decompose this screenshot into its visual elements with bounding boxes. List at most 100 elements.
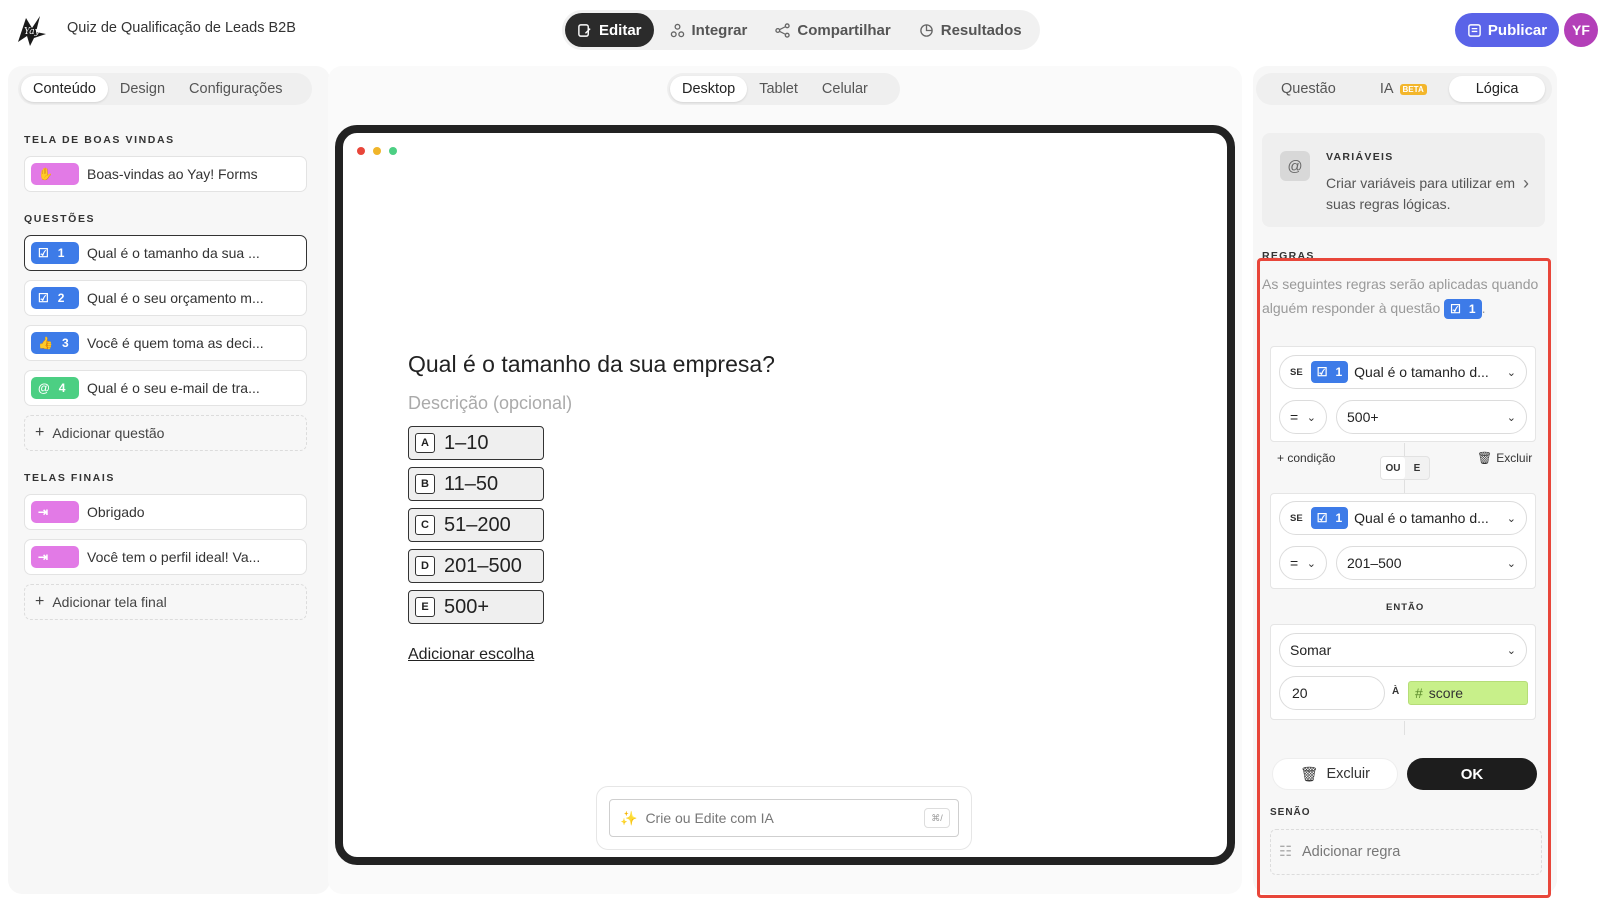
plus-icon: + bbox=[35, 424, 45, 441]
right-tabs: Questão IA BETA Lógica bbox=[1256, 73, 1552, 105]
thumbs-up-icon: 👍 bbox=[38, 336, 53, 350]
question-number: 3 bbox=[61, 336, 69, 350]
add-ending-button[interactable]: + Adicionar tela final bbox=[24, 584, 307, 620]
nav-results[interactable]: Resultados bbox=[907, 13, 1034, 47]
checkbox-icon: ☑ bbox=[38, 246, 49, 260]
nav-share-label: Compartilhar bbox=[797, 21, 891, 39]
ending-badge: ⇥ bbox=[31, 501, 79, 523]
ending-item-label: Obrigado bbox=[87, 504, 145, 520]
ai-placeholder: Crie ou Edite com IA bbox=[645, 810, 774, 826]
rules-highlight-box bbox=[1257, 258, 1551, 898]
ai-assistant-box: ✨ Crie ou Edite com IA ⌘/ bbox=[596, 786, 972, 850]
welcome-item-label: Boas-vindas ao Yay! Forms bbox=[87, 166, 258, 182]
hand-icon: ✋ bbox=[38, 167, 53, 181]
tab-ai-label: IA bbox=[1379, 81, 1394, 97]
yellow-dot-icon bbox=[373, 147, 381, 155]
nav-integrate[interactable]: Integrar bbox=[658, 13, 760, 47]
tab-question[interactable]: Questão bbox=[1259, 76, 1358, 102]
checkbox-icon: ☑ bbox=[38, 291, 49, 305]
question-item-4[interactable]: @ 4 Qual é o seu e-mail de tra... bbox=[24, 370, 307, 406]
choice-label: 201–500 bbox=[444, 554, 522, 577]
choice-d[interactable]: D 201–500 bbox=[408, 549, 544, 583]
question-item-label: Qual é o seu e-mail de tra... bbox=[87, 380, 260, 396]
question-description[interactable]: Descrição (opcional) bbox=[408, 393, 572, 414]
chevron-right-icon: › bbox=[1523, 173, 1529, 193]
choice-key: E bbox=[415, 597, 435, 617]
ending-item-2[interactable]: ⇥ Você tem o perfil ideal! Va... bbox=[24, 539, 307, 575]
question-item-label: Qual é o tamanho da sua ... bbox=[87, 245, 260, 261]
tab-desktop[interactable]: Desktop bbox=[670, 76, 748, 102]
question-badge: ☑ 2 bbox=[31, 287, 79, 309]
question-number: 2 bbox=[57, 291, 65, 305]
exit-icon: ⇥ bbox=[38, 505, 49, 519]
publish-button[interactable]: Publicar bbox=[1455, 13, 1559, 47]
question-item-3[interactable]: 👍 3 Você é quem toma as deci... bbox=[24, 325, 307, 361]
variables-description: Criar variáveis para utilizar em suas re… bbox=[1326, 175, 1516, 212]
choice-label: 500+ bbox=[444, 595, 490, 618]
nav-share[interactable]: Compartilhar bbox=[763, 13, 902, 47]
ai-shortcut: ⌘/ bbox=[924, 808, 950, 828]
tab-mobile[interactable]: Celular bbox=[810, 76, 880, 102]
nav-edit-label: Editar bbox=[599, 21, 642, 39]
ending-item-label: Você tem o perfil ideal! Va... bbox=[87, 549, 261, 565]
exit-icon: ⇥ bbox=[38, 550, 49, 564]
choice-label: 51–200 bbox=[444, 513, 511, 536]
welcome-badge: ✋ bbox=[31, 163, 79, 185]
choice-e[interactable]: E 500+ bbox=[408, 590, 544, 624]
nav-results-label: Resultados bbox=[940, 21, 1022, 39]
yay-logo[interactable]: Yay bbox=[14, 12, 50, 48]
choice-key: B bbox=[415, 474, 435, 494]
choice-c[interactable]: C 51–200 bbox=[408, 508, 544, 542]
green-dot-icon bbox=[389, 147, 397, 155]
share-icon bbox=[775, 22, 791, 38]
svg-text:Yay: Yay bbox=[24, 27, 41, 37]
avatar[interactable]: YF bbox=[1564, 13, 1598, 47]
window-dots bbox=[357, 147, 397, 155]
question-item-1[interactable]: ☑ 1 Qual é o tamanho da sua ... bbox=[24, 235, 307, 271]
question-badge: @ 4 bbox=[31, 377, 79, 399]
variables-card[interactable]: @ VARIÁVEIS Criar variáveis para utiliza… bbox=[1262, 133, 1545, 227]
tab-design[interactable]: Design bbox=[108, 76, 177, 102]
edit-icon bbox=[578, 23, 591, 37]
app-title[interactable]: Quiz de Qualificação de Leads B2B bbox=[67, 20, 296, 36]
question-item-label: Qual é o seu orçamento m... bbox=[87, 290, 264, 306]
tab-logic[interactable]: Lógica bbox=[1448, 76, 1546, 102]
plus-icon: + bbox=[35, 593, 45, 610]
nav-edit[interactable]: Editar bbox=[565, 13, 654, 47]
top-bar: Yay Quiz de Qualificação de Leads B2B Ed… bbox=[0, 0, 1600, 60]
variables-title: VARIÁVEIS bbox=[1326, 151, 1394, 163]
tab-settings[interactable]: Configurações bbox=[177, 76, 295, 102]
integrate-icon bbox=[670, 23, 684, 37]
choice-key: C bbox=[415, 515, 435, 535]
ending-item-1[interactable]: ⇥ Obrigado bbox=[24, 494, 307, 530]
question-item-2[interactable]: ☑ 2 Qual é o seu orçamento m... bbox=[24, 280, 307, 316]
top-nav: Editar Integrar Compartilhar Resultados bbox=[562, 10, 1040, 50]
preview-frame: Qual é o tamanho da sua empresa? Descriç… bbox=[335, 125, 1235, 865]
question-number: 4 bbox=[58, 381, 66, 395]
ai-input[interactable]: ✨ Crie ou Edite com IA ⌘/ bbox=[609, 799, 959, 837]
add-choice-link[interactable]: Adicionar escolha bbox=[408, 646, 534, 664]
results-icon bbox=[919, 23, 933, 37]
beta-badge: BETA bbox=[1399, 83, 1427, 95]
at-icon: @ bbox=[38, 381, 50, 395]
add-question-label: Adicionar questão bbox=[52, 425, 165, 441]
choice-key: A bbox=[415, 433, 435, 453]
questions-section-label: QUESTÕES bbox=[24, 213, 96, 225]
welcome-screen-item[interactable]: ✋ Boas-vindas ao Yay! Forms bbox=[24, 156, 307, 192]
choice-b[interactable]: B 11–50 bbox=[408, 467, 544, 501]
choice-a[interactable]: A 1–10 bbox=[408, 426, 544, 460]
red-dot-icon bbox=[357, 147, 365, 155]
tab-ai[interactable]: IA BETA bbox=[1358, 76, 1449, 102]
tab-tablet[interactable]: Tablet bbox=[747, 76, 810, 102]
endings-section-label: TELAS FINAIS bbox=[24, 472, 115, 484]
choice-label: 1–10 bbox=[444, 431, 489, 454]
question-badge: 👍 3 bbox=[31, 332, 79, 354]
sparkle-icon: ✨ bbox=[620, 809, 638, 826]
tab-content[interactable]: Conteúdo bbox=[21, 76, 108, 102]
question-title[interactable]: Qual é o tamanho da sua empresa? bbox=[408, 351, 775, 378]
question-item-label: Você é quem toma as deci... bbox=[87, 335, 264, 351]
nav-integrate-label: Integrar bbox=[691, 21, 748, 39]
choice-label: 11–50 bbox=[444, 472, 499, 495]
question-number: 1 bbox=[57, 246, 65, 260]
add-question-button[interactable]: + Adicionar questão bbox=[24, 415, 307, 451]
